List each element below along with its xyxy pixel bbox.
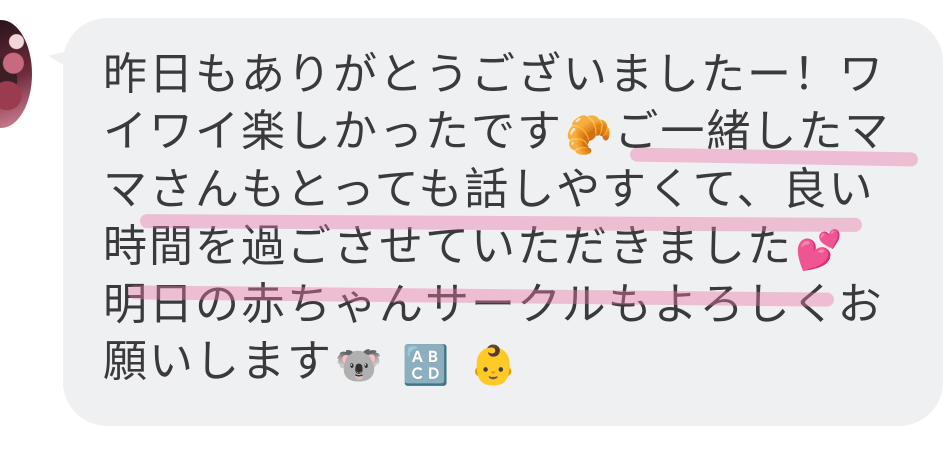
message-line-1: 昨日もありがとうございましたー！ワ [103, 47, 885, 103]
sender-avatar[interactable] [0, 20, 32, 128]
message-line-6: 願いします🐨 🔠 👶 [103, 334, 519, 390]
croissant-icon: 🥐 [565, 113, 615, 157]
message-text-2: イワイ楽しかったです [103, 106, 563, 157]
koala-icon: 🐨 [335, 343, 385, 387]
baby-icon: 👶 [469, 343, 519, 387]
abcd-icon: 🔠 [402, 343, 452, 387]
message-text-1: 昨日もありがとうございましたー！ワ [103, 49, 885, 100]
message-line-3: マさんもとっても話しやすくて、良い [103, 162, 874, 218]
message-text-6: 願いします [103, 336, 333, 387]
message-text-3: マさんもとっても話しやすくて、良い [103, 164, 875, 215]
